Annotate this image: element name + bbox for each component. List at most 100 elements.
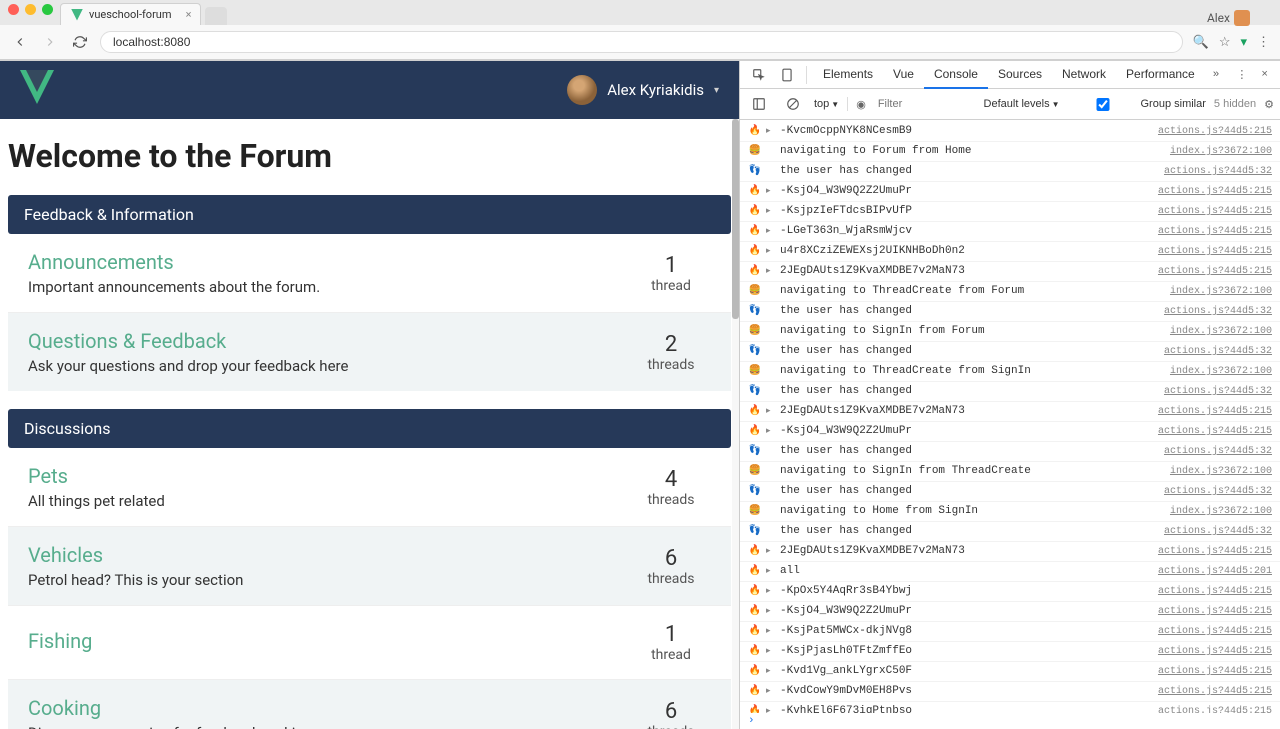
expand-icon[interactable]: ▸	[766, 263, 778, 280]
log-source-link[interactable]: actions.js?44d5:215	[1158, 683, 1272, 700]
expand-icon[interactable]: ▸	[766, 243, 778, 260]
console-settings-icon[interactable]: ⚙	[1264, 98, 1274, 111]
expand-icon[interactable]: ▸	[766, 683, 778, 700]
log-source-link[interactable]: index.js?3672:100	[1170, 363, 1272, 380]
console-log-row[interactable]: 🔥 ▸ -KsjO4_W3W9Q2Z2UmuPr actions.js?44d5…	[740, 422, 1280, 442]
console-log-row[interactable]: 👣 the user has changed actions.js?44d5:3…	[740, 162, 1280, 182]
expand-icon[interactable]: ▸	[766, 623, 778, 640]
log-source-link[interactable]: actions.js?44d5:215	[1158, 123, 1272, 140]
console-prompt[interactable]: ›	[740, 713, 1280, 729]
log-source-link[interactable]: actions.js?44d5:32	[1164, 443, 1272, 460]
log-source-link[interactable]: actions.js?44d5:32	[1164, 163, 1272, 180]
console-log-row[interactable]: 👣 the user has changed actions.js?44d5:3…	[740, 442, 1280, 462]
log-source-link[interactable]: actions.js?44d5:215	[1158, 203, 1272, 220]
search-icon[interactable]: 🔍	[1193, 35, 1209, 50]
console-log-row[interactable]: 🔥 ▸ u4r8XCziZEWEXsj2UIKNHBoDh0n2 actions…	[740, 242, 1280, 262]
log-source-link[interactable]: index.js?3672:100	[1170, 503, 1272, 520]
console-log[interactable]: 🔥 ▸ -KvcmOcppNYK8NCesmB9 actions.js?44d5…	[740, 120, 1280, 713]
expand-icon[interactable]: ▸	[766, 423, 778, 440]
console-log-row[interactable]: 🔥 ▸ -KsjO4_W3W9Q2Z2UmuPr actions.js?44d5…	[740, 182, 1280, 202]
log-source-link[interactable]: actions.js?44d5:215	[1158, 663, 1272, 680]
forum-title[interactable]: Vehicles	[28, 543, 631, 567]
devtools-tab-console[interactable]: Console	[924, 61, 988, 89]
devtools-tab-network[interactable]: Network	[1052, 61, 1116, 89]
console-log-row[interactable]: 🔥 ▸ -KsjpzIeFTdcsBIPvUfP actions.js?44d5…	[740, 202, 1280, 222]
forum-title[interactable]: Questions & Feedback	[28, 329, 631, 353]
console-log-row[interactable]: 👣 the user has changed actions.js?44d5:3…	[740, 382, 1280, 402]
console-log-row[interactable]: 🔥 ▸ -KsjPat5MWCx-dkjNVg8 actions.js?44d5…	[740, 622, 1280, 642]
log-levels-selector[interactable]: Default levels ▼	[984, 98, 1060, 110]
forum-title[interactable]: Cooking	[28, 696, 631, 720]
devtools-more-tabs-icon[interactable]: »	[1207, 69, 1226, 81]
log-source-link[interactable]: index.js?3672:100	[1170, 283, 1272, 300]
expand-icon[interactable]: ▸	[766, 603, 778, 620]
tab-close-icon[interactable]: ×	[186, 8, 192, 21]
console-log-row[interactable]: 👣 the user has changed actions.js?44d5:3…	[740, 482, 1280, 502]
expand-icon[interactable]: ▸	[766, 703, 778, 713]
console-log-row[interactable]: 🍔 navigating to ThreadCreate from Forum …	[740, 282, 1280, 302]
console-log-row[interactable]: 🔥 ▸ 2JEgDAUts1Z9KvaXMDBE7v2MaN73 actions…	[740, 262, 1280, 282]
expand-icon[interactable]: ▸	[766, 123, 778, 140]
bookmark-icon[interactable]: ☆	[1219, 35, 1231, 50]
console-log-row[interactable]: 🔥 ▸ -KvdCowY9mDvM0EH8Pvs actions.js?44d5…	[740, 682, 1280, 702]
log-source-link[interactable]: actions.js?44d5:215	[1158, 263, 1272, 280]
console-log-row[interactable]: 🍔 navigating to SignIn from Forum index.…	[740, 322, 1280, 342]
device-toggle-icon[interactable]	[774, 63, 800, 87]
devtools-close-icon[interactable]: ×	[1255, 69, 1274, 81]
log-source-link[interactable]: actions.js?44d5:215	[1158, 703, 1272, 713]
expand-icon[interactable]: ▸	[766, 183, 778, 200]
group-similar-checkbox[interactable]: Group similar	[1068, 98, 1206, 111]
expand-icon[interactable]: ▸	[766, 403, 778, 420]
window-close-icon[interactable]	[8, 4, 19, 15]
console-log-row[interactable]: 🔥 ▸ -Kvd1Vg_ankLYgrxC50F actions.js?44d5…	[740, 662, 1280, 682]
inspect-element-icon[interactable]	[746, 63, 772, 87]
clear-console-icon[interactable]	[780, 92, 806, 116]
log-source-link[interactable]: actions.js?44d5:215	[1158, 543, 1272, 560]
forum-title[interactable]: Announcements	[28, 250, 631, 274]
back-button[interactable]	[10, 32, 30, 52]
devtools-menu-icon[interactable]: ⋮	[1230, 68, 1253, 82]
user-menu[interactable]: Alex Kyriakidis ▾	[567, 75, 719, 105]
console-log-row[interactable]: 🍔 navigating to SignIn from ThreadCreate…	[740, 462, 1280, 482]
log-source-link[interactable]: actions.js?44d5:215	[1158, 423, 1272, 440]
log-source-link[interactable]: actions.js?44d5:215	[1158, 623, 1272, 640]
log-source-link[interactable]: actions.js?44d5:215	[1158, 583, 1272, 600]
console-log-row[interactable]: 🔥 ▸ -KvcmOcppNYK8NCesmB9 actions.js?44d5…	[740, 122, 1280, 142]
console-log-row[interactable]: 🔥 ▸ -LGeT363n_WjaRsmWjcv actions.js?44d5…	[740, 222, 1280, 242]
browser-tab[interactable]: vueschool-forum ×	[60, 3, 201, 25]
devtools-tab-elements[interactable]: Elements	[813, 61, 883, 89]
context-selector[interactable]: top ▼	[814, 98, 839, 110]
log-source-link[interactable]: actions.js?44d5:32	[1164, 483, 1272, 500]
expand-icon[interactable]: ▸	[766, 543, 778, 560]
scrollbar[interactable]	[732, 119, 739, 729]
console-log-row[interactable]: 👣 the user has changed actions.js?44d5:3…	[740, 522, 1280, 542]
forum-item[interactable]: Announcements Important announcements ab…	[8, 234, 731, 313]
console-log-row[interactable]: 🔥 ▸ -KsjPjasLh0TFtZmffEo actions.js?44d5…	[740, 642, 1280, 662]
new-tab-button[interactable]	[205, 7, 227, 25]
live-expression-icon[interactable]: ◉	[856, 98, 866, 111]
chrome-menu-icon[interactable]: ⋮	[1257, 35, 1270, 50]
console-log-row[interactable]: 🔥 ▸ 2JEgDAUts1Z9KvaXMDBE7v2MaN73 actions…	[740, 402, 1280, 422]
log-source-link[interactable]: actions.js?44d5:215	[1158, 223, 1272, 240]
expand-icon[interactable]: ▸	[766, 223, 778, 240]
log-source-link[interactable]: index.js?3672:100	[1170, 323, 1272, 340]
console-log-row[interactable]: 👣 the user has changed actions.js?44d5:3…	[740, 302, 1280, 322]
log-source-link[interactable]: index.js?3672:100	[1170, 143, 1272, 160]
log-source-link[interactable]: actions.js?44d5:215	[1158, 643, 1272, 660]
log-source-link[interactable]: index.js?3672:100	[1170, 463, 1272, 480]
console-log-row[interactable]: 🍔 navigating to Home from SignIn index.j…	[740, 502, 1280, 522]
forum-title[interactable]: Pets	[28, 464, 631, 488]
console-log-row[interactable]: 🔥 ▸ -KpOx5Y4AqRr3sB4Ybwj actions.js?44d5…	[740, 582, 1280, 602]
console-log-row[interactable]: 🔥 ▸ all actions.js?44d5:201	[740, 562, 1280, 582]
forum-item[interactable]: Pets All things pet related 4 threads	[8, 448, 731, 527]
log-source-link[interactable]: actions.js?44d5:32	[1164, 383, 1272, 400]
devtools-tab-vue[interactable]: Vue	[883, 61, 924, 89]
console-log-row[interactable]: 🔥 ▸ -KvhkEl6F673igPtnbso actions.js?44d5…	[740, 702, 1280, 713]
expand-icon[interactable]: ▸	[766, 563, 778, 580]
url-input[interactable]	[100, 31, 1183, 53]
console-log-row[interactable]: 🔥 ▸ -KsjO4_W3W9Q2Z2UmuPr actions.js?44d5…	[740, 602, 1280, 622]
console-log-row[interactable]: 🔥 ▸ 2JEgDAUts1Z9KvaXMDBE7v2MaN73 actions…	[740, 542, 1280, 562]
forum-title[interactable]: Fishing	[28, 629, 631, 653]
log-source-link[interactable]: actions.js?44d5:32	[1164, 303, 1272, 320]
filter-input[interactable]	[874, 96, 944, 112]
